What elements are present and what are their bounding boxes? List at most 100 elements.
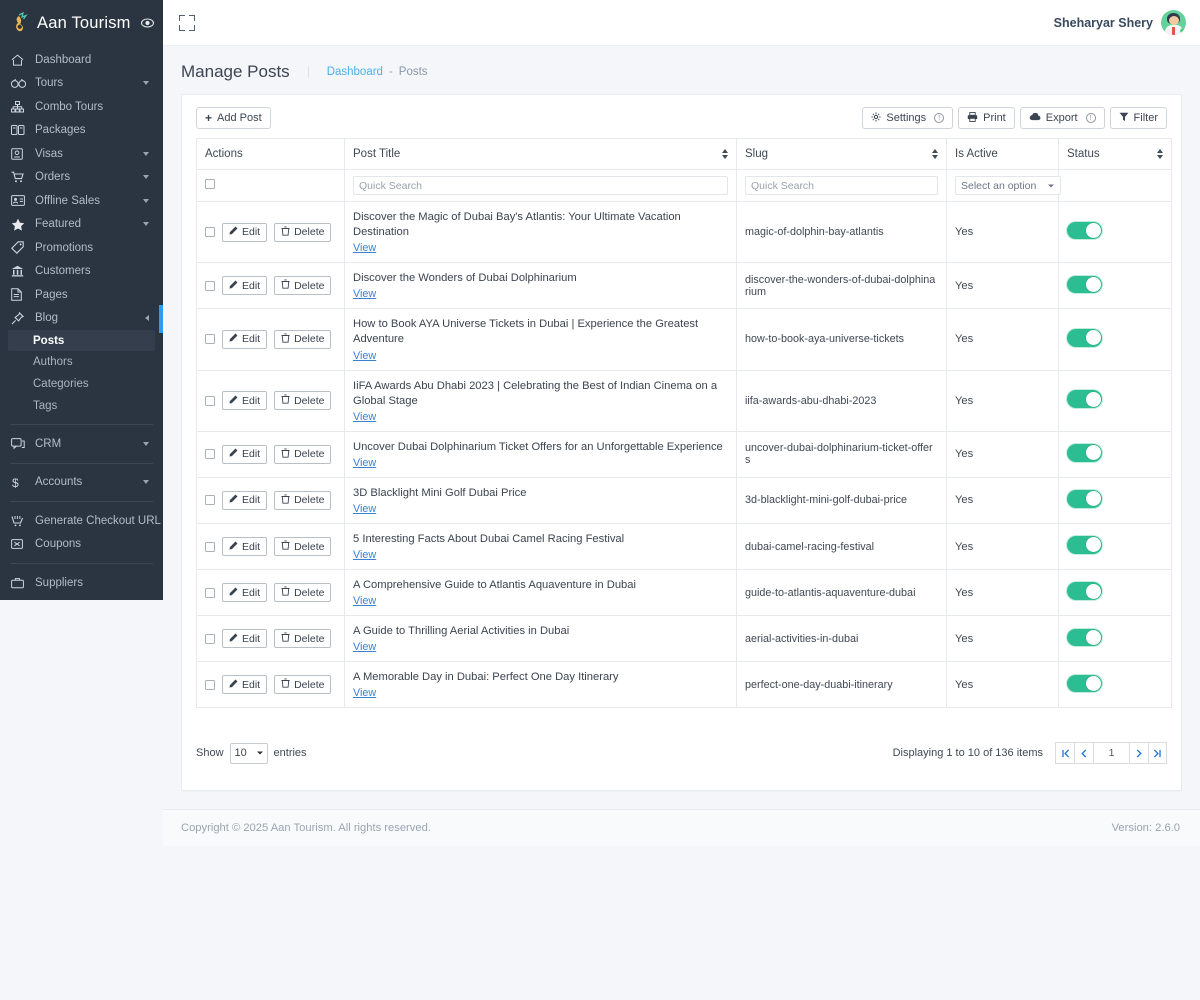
sidebar-item-orders[interactable]: Orders [0,166,163,190]
delete-button[interactable]: Delete [274,490,332,510]
fullscreen-expand-icon[interactable] [179,14,195,31]
edit-button[interactable]: Edit [222,444,268,464]
delete-button[interactable]: Delete [274,329,332,349]
add-post-button[interactable]: + Add Post [196,107,271,129]
sidebar-item-accounts[interactable]: $ Accounts [0,471,163,495]
row-checkbox[interactable] [205,679,215,690]
row-checkbox[interactable] [205,541,215,552]
row-checkbox[interactable] [205,633,215,644]
settings-button[interactable]: Settings ! [862,107,954,129]
edit-button[interactable]: Edit [222,276,268,296]
print-button[interactable]: Print [958,107,1015,129]
status-toggle[interactable] [1067,329,1102,347]
sidebar-item-tags[interactable]: Tags [0,395,163,417]
row-checkbox[interactable] [205,334,215,345]
status-toggle[interactable] [1067,221,1102,240]
is-active-select[interactable]: Select an option [955,176,1061,195]
sidebar-item-generate-checkout-url[interactable]: Generate Checkout URL [0,509,163,533]
view-link[interactable]: View [353,457,728,469]
sidebar-item-authors[interactable]: Authors [0,351,163,373]
edit-button[interactable]: Edit [222,329,268,349]
sidebar-item-offline-sales[interactable]: Offline Sales [0,189,163,213]
sidebar-item-coupons[interactable]: Coupons [0,533,163,557]
sort-icon[interactable] [722,149,728,159]
delete-button[interactable]: Delete [274,222,332,242]
sidebar-item-combo-tours[interactable]: Combo Tours [0,95,163,119]
edit-button[interactable]: Edit [222,537,268,557]
sidebar-brand[interactable]: Aan Tourism [0,0,163,46]
first-page-icon[interactable] [1055,742,1074,765]
column-header-status[interactable]: Status [1058,138,1172,170]
delete-button[interactable]: Delete [274,675,332,695]
sidebar-item-visas[interactable]: Visas [0,142,163,166]
view-link[interactable]: View [353,242,728,254]
eye-icon[interactable] [140,18,154,28]
delete-button[interactable]: Delete [274,391,332,411]
sidebar-item-dashboard[interactable]: Dashboard [0,48,163,72]
column-header-slug[interactable]: Slug [736,138,947,170]
view-link[interactable]: View [353,641,728,653]
page-size-select[interactable]: 10 [229,742,268,764]
next-page-icon[interactable] [1129,742,1148,765]
edit-button[interactable]: Edit [222,629,268,649]
delete-button[interactable]: Delete [274,276,332,296]
column-header-actions[interactable]: Actions [196,138,345,170]
slug-search-input[interactable]: Quick Search [745,176,938,195]
title-search-input[interactable]: Quick Search [353,176,728,195]
status-toggle[interactable] [1067,582,1102,600]
sidebar-item-crm[interactable]: CRM [0,432,163,456]
select-all-checkbox[interactable] [205,179,215,189]
edit-button[interactable]: Edit [222,583,268,603]
column-header-post-title[interactable]: Post Title [344,138,737,170]
filter-button[interactable]: Filter [1109,107,1167,129]
sort-icon[interactable] [932,149,938,159]
breadcrumb-dashboard[interactable]: Dashboard [327,66,383,78]
status-toggle[interactable] [1067,390,1102,408]
sort-icon[interactable] [1157,149,1163,159]
sidebar-item-posts[interactable]: Posts [8,330,155,351]
export-button[interactable]: Export ! [1019,107,1105,129]
view-link[interactable]: View [353,595,728,607]
sidebar-item-promotions[interactable]: Promotions [0,236,163,260]
sidebar-item-featured[interactable]: Featured [0,213,163,237]
row-checkbox[interactable] [205,227,215,238]
sidebar-item-customers[interactable]: Customers [0,260,163,284]
last-page-icon[interactable] [1148,742,1167,765]
view-link[interactable]: View [353,549,728,561]
status-toggle[interactable] [1067,536,1102,554]
row-checkbox[interactable] [205,280,215,291]
view-link[interactable]: View [353,687,728,699]
sidebar-item-categories[interactable]: Categories [0,373,163,395]
row-checkbox[interactable] [205,449,215,460]
sidebar-item-suppliers[interactable]: Suppliers [0,571,163,595]
avatar[interactable] [1161,10,1186,35]
prev-page-icon[interactable] [1074,742,1093,765]
row-checkbox[interactable] [205,395,215,406]
delete-button[interactable]: Delete [274,537,332,557]
delete-button[interactable]: Delete [274,629,332,649]
edit-button[interactable]: Edit [222,222,268,242]
status-toggle[interactable] [1067,444,1102,462]
info-icon[interactable]: ! [1085,113,1096,123]
status-toggle[interactable] [1067,674,1102,693]
sidebar-item-packages[interactable]: Packages [0,119,163,143]
delete-button[interactable]: Delete [274,444,332,464]
topbar-user-area[interactable]: Sheharyar Shery [1054,10,1186,35]
status-toggle[interactable] [1067,275,1102,294]
view-link[interactable]: View [353,350,728,362]
sidebar-item-blog[interactable]: Blog [0,307,163,331]
edit-button[interactable]: Edit [222,490,268,510]
edit-button[interactable]: Edit [222,675,268,695]
info-icon[interactable]: ! [934,113,945,123]
delete-button[interactable]: Delete [274,583,332,603]
edit-button[interactable]: Edit [222,391,268,411]
view-link[interactable]: View [353,411,728,423]
row-checkbox[interactable] [205,587,215,598]
current-page-input[interactable]: 1 [1093,742,1129,765]
view-link[interactable]: View [353,288,728,300]
sidebar-item-tours[interactable]: Tours [0,72,163,96]
status-toggle[interactable] [1067,490,1102,508]
view-link[interactable]: View [353,503,728,515]
column-header-is-active[interactable]: Is Active [946,138,1059,170]
status-toggle[interactable] [1067,628,1102,646]
